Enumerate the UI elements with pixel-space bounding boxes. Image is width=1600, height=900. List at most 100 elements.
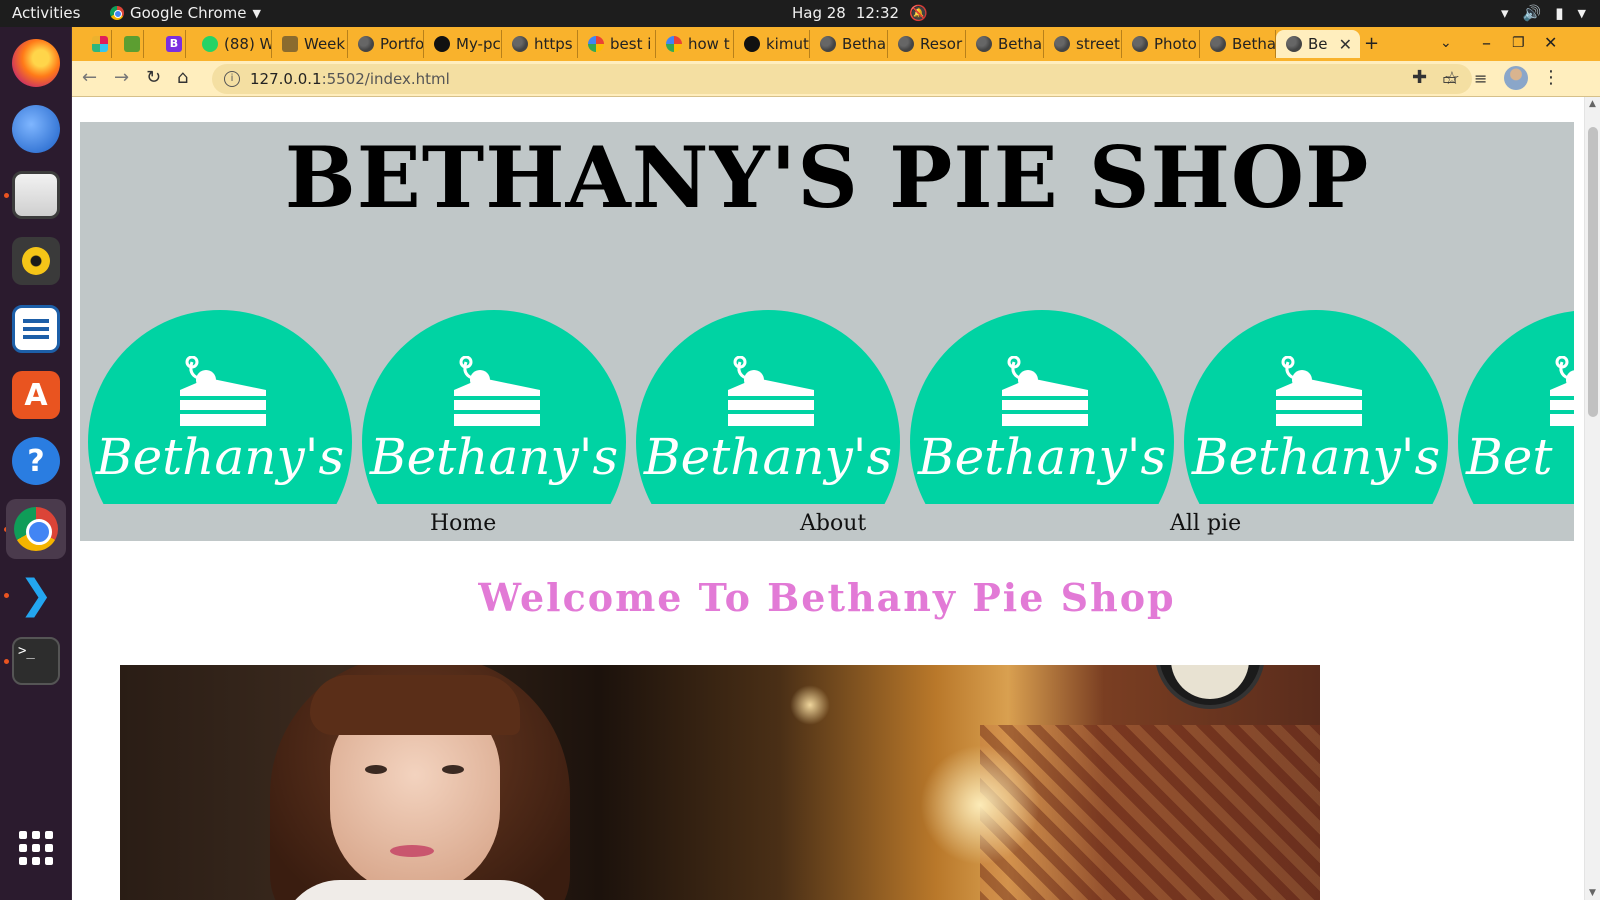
cake-icon [454, 356, 540, 426]
minimize-icon[interactable]: – [1482, 33, 1491, 54]
firefox-icon[interactable] [12, 39, 60, 87]
app-menu-label: Google Chrome [130, 4, 247, 22]
scroll-down-icon[interactable]: ▼ [1589, 888, 1596, 898]
tab-label: best i [610, 35, 652, 53]
tab[interactable]: (88) W [192, 30, 272, 58]
files-icon[interactable] [12, 171, 60, 219]
window-close-icon[interactable]: ✕ [1544, 33, 1557, 52]
logo-image: Bethany's [88, 310, 352, 504]
show-apps-button[interactable] [12, 824, 60, 872]
tab-label: Portfo [380, 35, 424, 53]
info-icon[interactable]: i [224, 71, 240, 87]
media-queue-icon[interactable]: ≡ [1474, 69, 1487, 88]
tab[interactable]: Photo [1122, 30, 1200, 58]
tab[interactable]: Betha [810, 30, 888, 58]
logo-text: Bet [1466, 428, 1553, 486]
tab-label: kimut [766, 35, 809, 53]
cake-icon [1002, 356, 1088, 426]
tab[interactable]: how t [656, 30, 734, 58]
tab-active[interactable]: Be ✕ [1276, 30, 1360, 58]
browser-toolbar: ← → ↻ ⌂ i 127.0.0.1 :5502/index.html ☆ ✚… [72, 61, 1600, 97]
google-icon [666, 36, 682, 52]
system-top-bar: Activities Google Chrome ▼ Hag 28 12:32 … [0, 0, 1600, 27]
reload-icon[interactable]: ↻ [146, 67, 161, 88]
home-icon[interactable]: ⌂ [177, 67, 188, 88]
volume-icon: 🔊 [1522, 4, 1542, 22]
software-store-icon[interactable]: A [12, 371, 60, 419]
cake-icon [1276, 356, 1362, 426]
running-indicator [4, 659, 9, 664]
globe-icon [1054, 36, 1070, 52]
chrome-dock-button[interactable] [6, 499, 66, 559]
tab[interactable]: Betha [966, 30, 1044, 58]
vscode-icon[interactable]: ❯ [12, 571, 60, 619]
tab-label: Betha [1232, 35, 1276, 53]
tab[interactable]: street [1044, 30, 1122, 58]
back-icon[interactable]: ← [82, 67, 97, 88]
cake-icon [180, 356, 266, 426]
logo-text: Bethany's [95, 428, 345, 486]
close-icon[interactable]: ✕ [1339, 35, 1352, 54]
dock: A ? ❯ >_ [0, 27, 72, 900]
tab[interactable]: Week [272, 30, 348, 58]
tab[interactable]: Portfo [348, 30, 424, 58]
restore-icon[interactable]: ❐ [1512, 35, 1525, 51]
logo-image: Bethany's [910, 310, 1174, 504]
site-title: BETHANY'S PIE SHOP [284, 128, 1370, 227]
welcome-heading: Welcome To Bethany Pie Shop [478, 575, 1176, 620]
tab[interactable] [82, 30, 112, 58]
globe-icon [1210, 36, 1226, 52]
profile-avatar[interactable] [1504, 66, 1528, 90]
hero-image [120, 665, 1320, 900]
menu-dots-icon[interactable]: ⋮ [1542, 67, 1560, 88]
tab[interactable]: kimut [734, 30, 810, 58]
tab[interactable]: B [156, 30, 186, 58]
address-bar[interactable]: i 127.0.0.1 :5502/index.html ☆ [212, 64, 1472, 94]
grid-icon [19, 831, 53, 865]
activities-button[interactable]: Activities [12, 4, 80, 22]
nav-all-pie-link[interactable]: All pie [1170, 511, 1241, 536]
github-icon [744, 36, 760, 52]
cast-icon[interactable]: ▭ [1442, 69, 1457, 88]
system-tray[interactable]: ▾ 🔊 ▮ ▼ [1501, 4, 1586, 22]
nav-about-link[interactable]: About [800, 511, 866, 536]
url-path: :5502/index.html [321, 70, 450, 88]
globe-icon [512, 36, 528, 52]
cake-icon [728, 356, 814, 426]
tab-label: Betha [842, 35, 887, 53]
page-scrollbar[interactable]: ▲ ▼ [1584, 97, 1600, 900]
logo-text: Bethany's [917, 428, 1167, 486]
nav-home-link[interactable]: Home [430, 511, 496, 536]
tab[interactable]: Betha [1200, 30, 1276, 58]
thunderbird-icon[interactable] [12, 105, 60, 153]
writer-icon[interactable] [12, 305, 60, 353]
tab-label: Resor [920, 35, 963, 53]
tab[interactable]: My-pc [424, 30, 502, 58]
tab-search-icon[interactable]: ⌄ [1440, 35, 1452, 51]
tab-label: (88) W [224, 35, 272, 53]
scrollbar-thumb[interactable] [1588, 127, 1598, 417]
rhythmbox-icon[interactable] [12, 237, 60, 285]
logo-text: Bethany's [1191, 428, 1441, 486]
logo-image: Bethany's [636, 310, 900, 504]
tab[interactable]: best i [578, 30, 656, 58]
extensions-icon[interactable]: ✚ [1412, 67, 1427, 88]
help-icon[interactable]: ? [12, 437, 60, 485]
battery-icon: ▮ [1555, 4, 1564, 22]
forward-icon[interactable]: → [114, 67, 129, 88]
tab[interactable]: Resor [888, 30, 966, 58]
terminal-icon[interactable]: >_ [12, 637, 60, 685]
tab-label: My-pc [456, 35, 501, 53]
site-header: BETHANY'S PIE SHOP Bethany's Bethany's B… [80, 122, 1574, 541]
new-tab-button[interactable]: + [1364, 33, 1379, 54]
tab-label: street [1076, 35, 1120, 53]
tab[interactable] [114, 30, 144, 58]
tab[interactable]: https [502, 30, 578, 58]
whatsapp-icon [202, 36, 218, 52]
logo-text: Bethany's [643, 428, 893, 486]
scroll-up-icon[interactable]: ▲ [1589, 99, 1596, 109]
app-menu[interactable]: Google Chrome ▼ [110, 4, 261, 22]
clock[interactable]: Hag 28 12:32 🔕 [792, 4, 928, 22]
running-indicator [4, 593, 9, 598]
wall-clock-illustration [1155, 665, 1265, 709]
